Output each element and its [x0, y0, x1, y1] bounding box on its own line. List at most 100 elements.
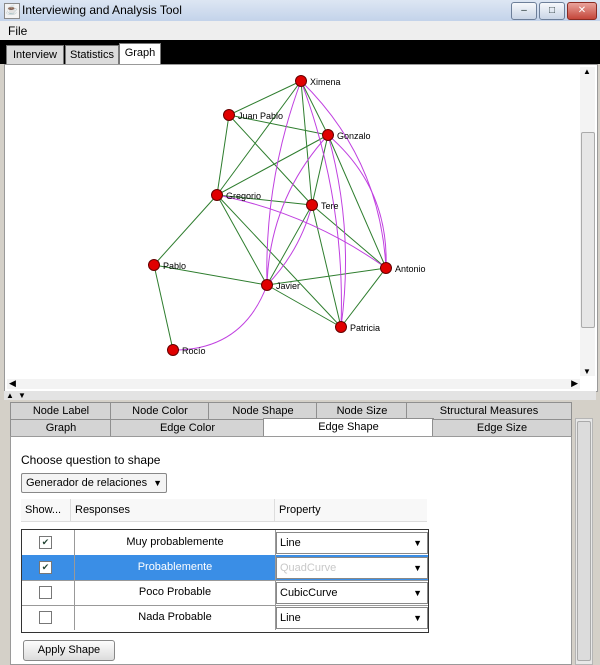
question-select[interactable]: Generador de relaciones ▼ [21, 473, 167, 493]
response-label: Muy probablemente [74, 530, 276, 555]
main-tab-strip: Interview Statistics Graph [0, 40, 600, 65]
graph-node-rocio[interactable] [167, 344, 179, 356]
property-select[interactable]: Line ▼ [276, 532, 428, 554]
tab-edge-color[interactable]: Edge Color [110, 419, 265, 436]
table-header: Show... Responses Property [21, 499, 427, 522]
graph-horizontal-scrollbar[interactable]: ◀ ▶ [7, 378, 580, 389]
graph-edge-line [311, 204, 387, 269]
graph-node-label: Juan Pablo [238, 111, 283, 121]
graph-edge-line [216, 134, 329, 196]
tab-graph-settings[interactable]: Graph [10, 419, 112, 436]
scroll-down-icon[interactable]: ▼ [583, 367, 591, 376]
tab-edge-shape[interactable]: Edge Shape [263, 418, 434, 437]
graph-edge-curve [216, 194, 387, 269]
column-header-property[interactable]: Property [275, 499, 427, 521]
settings-vscroll-thumb[interactable] [577, 421, 591, 661]
apply-shape-button[interactable]: Apply Shape [23, 640, 115, 661]
response-label: Nada Probable [74, 605, 276, 630]
graph-node-patricia[interactable] [335, 321, 347, 333]
graph-node-label: Rocío [182, 346, 206, 356]
graph-node-juanpablo[interactable] [223, 109, 235, 121]
graph-node-label: Ximena [310, 77, 341, 87]
property-value: QuadCurve [280, 562, 337, 574]
graph-edge-line [228, 80, 302, 116]
graph-node-label: Pablo [163, 261, 186, 271]
graph-edge-line [311, 134, 329, 206]
table-row-selected[interactable]: ✔ Probablemente QuadCurve ▼ [22, 555, 428, 581]
file-menu[interactable]: File [8, 24, 27, 38]
graph-edge-line [153, 194, 218, 266]
graph-node-tere[interactable] [306, 199, 318, 211]
tab-edge-size[interactable]: Edge Size [432, 419, 572, 436]
settings-vertical-scrollbar[interactable] [575, 418, 593, 665]
graph-canvas[interactable]: Ximena Juan Pablo Gonzalo Gregorio Tere Pablo… [4, 64, 598, 392]
table-row[interactable]: ✔ Muy probablemente Line ▼ [22, 530, 428, 556]
network-graph[interactable]: Ximena Juan Pablo Gonzalo Gregorio Tere Pablo… [5, 65, 580, 377]
graph-node-label: Antonio [395, 264, 426, 274]
window-title: Interviewing and Analysis Tool [22, 3, 182, 17]
graph-edge-line [340, 267, 387, 328]
graph-node-antonio[interactable] [380, 262, 392, 274]
scroll-up-icon[interactable]: ▲ [583, 67, 591, 76]
graph-edge-curve [172, 284, 268, 351]
tab-interview[interactable]: Interview [6, 45, 64, 64]
graph-node-pablo[interactable] [148, 259, 160, 271]
tab-structural-measures[interactable]: Structural Measures [406, 402, 572, 419]
tab-graph[interactable]: Graph [119, 43, 161, 65]
graph-node-ximena[interactable] [295, 75, 307, 87]
graph-edge-line [153, 264, 174, 351]
tab-statistics[interactable]: Statistics [65, 45, 119, 64]
property-value: Line [280, 537, 301, 549]
edge-shape-panel: Choose question to shape Generador de re… [10, 436, 572, 665]
property-select[interactable]: CubicCurve ▼ [276, 582, 428, 604]
chevron-down-icon: ▼ [413, 613, 422, 623]
graph-node-label: Patricia [350, 323, 380, 333]
column-header-show[interactable]: Show... [21, 499, 71, 521]
show-checkbox[interactable]: ✔ [39, 536, 52, 549]
java-app-icon: ☕ [4, 3, 20, 19]
settings-tab-row-1: Node Label Node Color Node Shape Node Si… [10, 402, 572, 419]
menu-bar: File [0, 21, 600, 41]
title-bar: ☕ Interviewing and Analysis Tool – □ ✕ [0, 0, 600, 22]
collapse-down-icon[interactable]: ▼ [18, 391, 26, 400]
graph-edge-curve [266, 134, 329, 286]
close-button[interactable]: ✕ [567, 2, 597, 20]
tab-node-shape[interactable]: Node Shape [208, 402, 318, 419]
choose-question-label: Choose question to shape [21, 453, 161, 467]
tab-node-size[interactable]: Node Size [316, 402, 408, 419]
chevron-down-icon: ▼ [413, 588, 422, 598]
chevron-down-icon: ▼ [153, 478, 162, 488]
column-header-responses[interactable]: Responses [71, 499, 275, 521]
scroll-right-icon[interactable]: ▶ [571, 378, 578, 389]
maximize-button[interactable]: □ [539, 2, 565, 20]
graph-node-label: Gonzalo [337, 131, 371, 141]
settings-tab-row-2: Graph Edge Color Edge Shape Edge Size [10, 418, 572, 437]
response-label: Probablemente [74, 555, 276, 580]
show-checkbox[interactable] [39, 611, 52, 624]
question-select-value: Generador de relaciones [26, 477, 148, 489]
graph-vertical-scrollbar[interactable]: ▲ ▼ [580, 67, 595, 376]
graph-node-javier[interactable] [261, 279, 273, 291]
graph-vscroll-thumb[interactable] [581, 132, 595, 328]
graph-node-gonzalo[interactable] [322, 129, 334, 141]
responses-table: ✔ Muy probablemente Line ▼ ✔ Probablemen… [21, 529, 429, 633]
collapse-up-icon[interactable]: ▲ [6, 391, 14, 400]
property-value: Line [280, 612, 301, 624]
graph-node-label: Javier [276, 281, 300, 291]
chevron-down-icon: ▼ [413, 563, 422, 573]
show-checkbox[interactable] [39, 586, 52, 599]
split-divider[interactable]: ▲ ▼ [4, 391, 596, 400]
tab-node-color[interactable]: Node Color [110, 402, 210, 419]
minimize-button[interactable]: – [511, 2, 537, 20]
table-row[interactable]: Nada Probable Line ▼ [22, 605, 428, 630]
show-checkbox[interactable]: ✔ [39, 561, 52, 574]
tab-node-label[interactable]: Node Label [10, 402, 112, 419]
property-select[interactable]: Line ▼ [276, 607, 428, 629]
property-select[interactable]: QuadCurve ▼ [276, 557, 428, 579]
graph-node-label: Gregorio [226, 191, 261, 201]
graph-edge-line [216, 114, 230, 196]
scroll-left-icon[interactable]: ◀ [9, 378, 16, 389]
graph-edge-line [266, 204, 313, 286]
table-row[interactable]: Poco Probable CubicCurve ▼ [22, 580, 428, 606]
graph-node-gregorio[interactable] [211, 189, 223, 201]
